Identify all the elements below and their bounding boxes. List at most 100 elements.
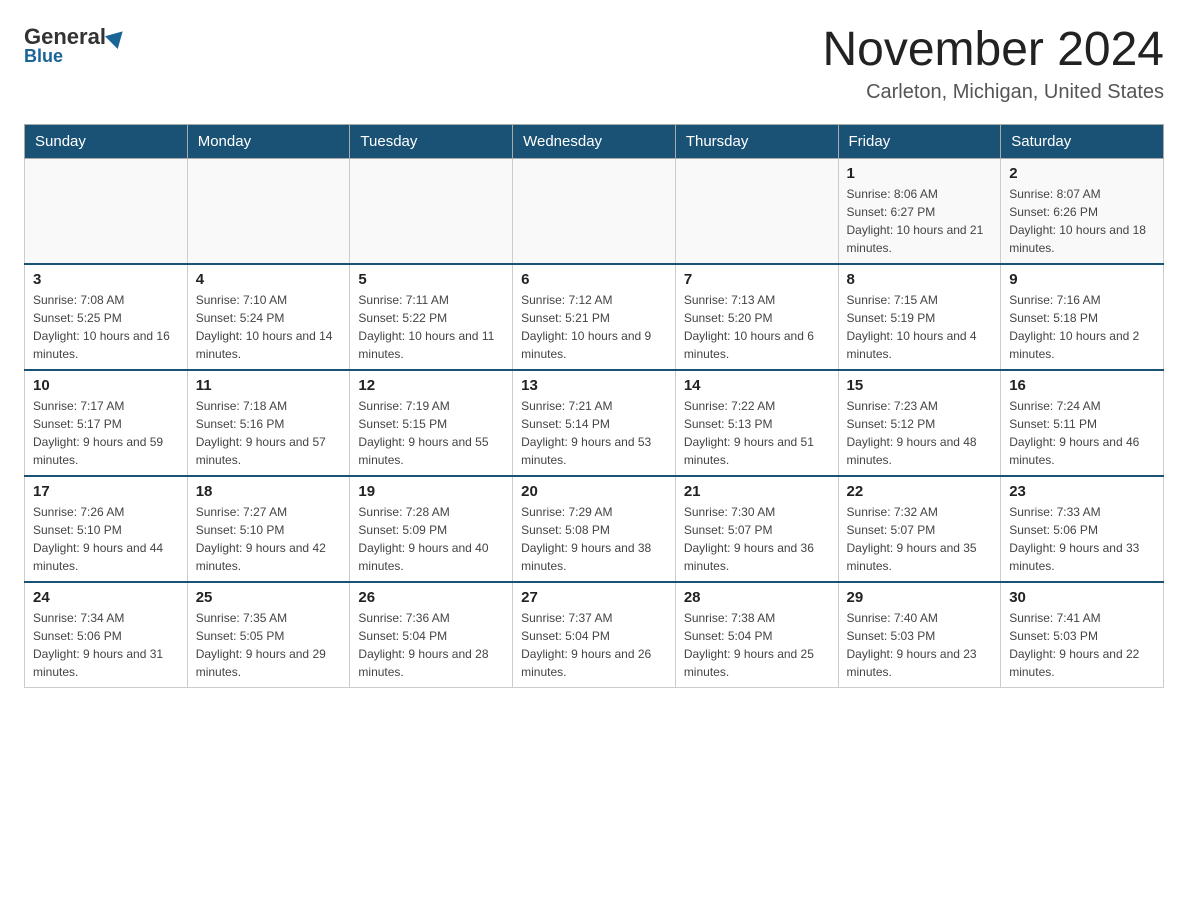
day-number: 24 <box>33 589 179 606</box>
table-row: 1 Sunrise: 8:06 AMSunset: 6:27 PMDayligh… <box>838 158 1001 264</box>
table-row <box>25 158 188 264</box>
day-number: 21 <box>684 483 830 500</box>
table-row <box>513 158 676 264</box>
logo: General Blue <box>24 24 128 67</box>
day-info: Sunrise: 7:24 AMSunset: 5:11 PMDaylight:… <box>1009 397 1155 469</box>
location-subtitle: Carleton, Michigan, United States <box>822 81 1164 104</box>
day-info: Sunrise: 7:32 AMSunset: 5:07 PMDaylight:… <box>847 503 993 575</box>
calendar-row-4: 24 Sunrise: 7:34 AMSunset: 5:06 PMDaylig… <box>25 582 1164 688</box>
table-row: 9 Sunrise: 7:16 AMSunset: 5:18 PMDayligh… <box>1001 264 1164 370</box>
day-number: 20 <box>521 483 667 500</box>
table-row: 30 Sunrise: 7:41 AMSunset: 5:03 PMDaylig… <box>1001 582 1164 688</box>
day-number: 7 <box>684 271 830 288</box>
calendar-row-1: 3 Sunrise: 7:08 AMSunset: 5:25 PMDayligh… <box>25 264 1164 370</box>
day-number: 14 <box>684 377 830 394</box>
calendar-row-0: 1 Sunrise: 8:06 AMSunset: 6:27 PMDayligh… <box>25 158 1164 264</box>
day-number: 23 <box>1009 483 1155 500</box>
day-info: Sunrise: 7:38 AMSunset: 5:04 PMDaylight:… <box>684 609 830 681</box>
header-tuesday: Tuesday <box>350 124 513 158</box>
day-number: 1 <box>847 165 993 182</box>
day-info: Sunrise: 7:36 AMSunset: 5:04 PMDaylight:… <box>358 609 504 681</box>
table-row: 19 Sunrise: 7:28 AMSunset: 5:09 PMDaylig… <box>350 476 513 582</box>
day-number: 30 <box>1009 589 1155 606</box>
day-number: 3 <box>33 271 179 288</box>
day-number: 29 <box>847 589 993 606</box>
calendar-row-3: 17 Sunrise: 7:26 AMSunset: 5:10 PMDaylig… <box>25 476 1164 582</box>
title-block: November 2024 Carleton, Michigan, United… <box>822 24 1164 104</box>
table-row: 26 Sunrise: 7:36 AMSunset: 5:04 PMDaylig… <box>350 582 513 688</box>
day-info: Sunrise: 7:29 AMSunset: 5:08 PMDaylight:… <box>521 503 667 575</box>
calendar-header-row: Sunday Monday Tuesday Wednesday Thursday… <box>25 124 1164 158</box>
day-info: Sunrise: 7:19 AMSunset: 5:15 PMDaylight:… <box>358 397 504 469</box>
table-row: 8 Sunrise: 7:15 AMSunset: 5:19 PMDayligh… <box>838 264 1001 370</box>
day-number: 17 <box>33 483 179 500</box>
day-info: Sunrise: 7:11 AMSunset: 5:22 PMDaylight:… <box>358 291 504 363</box>
day-info: Sunrise: 7:37 AMSunset: 5:04 PMDaylight:… <box>521 609 667 681</box>
header-thursday: Thursday <box>675 124 838 158</box>
day-number: 19 <box>358 483 504 500</box>
day-number: 6 <box>521 271 667 288</box>
day-number: 2 <box>1009 165 1155 182</box>
day-number: 22 <box>847 483 993 500</box>
day-info: Sunrise: 7:22 AMSunset: 5:13 PMDaylight:… <box>684 397 830 469</box>
page-header: General Blue November 2024 Carleton, Mic… <box>24 24 1164 104</box>
table-row: 12 Sunrise: 7:19 AMSunset: 5:15 PMDaylig… <box>350 370 513 476</box>
table-row: 13 Sunrise: 7:21 AMSunset: 5:14 PMDaylig… <box>513 370 676 476</box>
day-info: Sunrise: 8:06 AMSunset: 6:27 PMDaylight:… <box>847 185 993 257</box>
day-number: 4 <box>196 271 342 288</box>
day-info: Sunrise: 7:12 AMSunset: 5:21 PMDaylight:… <box>521 291 667 363</box>
calendar-row-2: 10 Sunrise: 7:17 AMSunset: 5:17 PMDaylig… <box>25 370 1164 476</box>
day-info: Sunrise: 7:41 AMSunset: 5:03 PMDaylight:… <box>1009 609 1155 681</box>
header-saturday: Saturday <box>1001 124 1164 158</box>
table-row: 17 Sunrise: 7:26 AMSunset: 5:10 PMDaylig… <box>25 476 188 582</box>
day-info: Sunrise: 7:15 AMSunset: 5:19 PMDaylight:… <box>847 291 993 363</box>
table-row: 23 Sunrise: 7:33 AMSunset: 5:06 PMDaylig… <box>1001 476 1164 582</box>
day-number: 25 <box>196 589 342 606</box>
day-info: Sunrise: 7:40 AMSunset: 5:03 PMDaylight:… <box>847 609 993 681</box>
table-row: 10 Sunrise: 7:17 AMSunset: 5:17 PMDaylig… <box>25 370 188 476</box>
day-info: Sunrise: 7:33 AMSunset: 5:06 PMDaylight:… <box>1009 503 1155 575</box>
day-info: Sunrise: 7:08 AMSunset: 5:25 PMDaylight:… <box>33 291 179 363</box>
table-row: 2 Sunrise: 8:07 AMSunset: 6:26 PMDayligh… <box>1001 158 1164 264</box>
day-info: Sunrise: 7:28 AMSunset: 5:09 PMDaylight:… <box>358 503 504 575</box>
table-row: 28 Sunrise: 7:38 AMSunset: 5:04 PMDaylig… <box>675 582 838 688</box>
day-number: 10 <box>33 377 179 394</box>
day-number: 9 <box>1009 271 1155 288</box>
day-number: 11 <box>196 377 342 394</box>
table-row: 5 Sunrise: 7:11 AMSunset: 5:22 PMDayligh… <box>350 264 513 370</box>
day-info: Sunrise: 7:26 AMSunset: 5:10 PMDaylight:… <box>33 503 179 575</box>
day-number: 28 <box>684 589 830 606</box>
logo-arrow-shape <box>105 25 129 49</box>
day-info: Sunrise: 7:34 AMSunset: 5:06 PMDaylight:… <box>33 609 179 681</box>
day-info: Sunrise: 7:30 AMSunset: 5:07 PMDaylight:… <box>684 503 830 575</box>
day-number: 8 <box>847 271 993 288</box>
table-row: 25 Sunrise: 7:35 AMSunset: 5:05 PMDaylig… <box>187 582 350 688</box>
table-row <box>350 158 513 264</box>
table-row: 3 Sunrise: 7:08 AMSunset: 5:25 PMDayligh… <box>25 264 188 370</box>
header-friday: Friday <box>838 124 1001 158</box>
day-number: 18 <box>196 483 342 500</box>
table-row: 20 Sunrise: 7:29 AMSunset: 5:08 PMDaylig… <box>513 476 676 582</box>
day-info: Sunrise: 7:10 AMSunset: 5:24 PMDaylight:… <box>196 291 342 363</box>
day-number: 27 <box>521 589 667 606</box>
day-number: 12 <box>358 377 504 394</box>
day-info: Sunrise: 7:18 AMSunset: 5:16 PMDaylight:… <box>196 397 342 469</box>
table-row <box>187 158 350 264</box>
calendar-table: Sunday Monday Tuesday Wednesday Thursday… <box>24 124 1164 688</box>
table-row: 6 Sunrise: 7:12 AMSunset: 5:21 PMDayligh… <box>513 264 676 370</box>
day-number: 13 <box>521 377 667 394</box>
day-info: Sunrise: 7:17 AMSunset: 5:17 PMDaylight:… <box>33 397 179 469</box>
table-row: 16 Sunrise: 7:24 AMSunset: 5:11 PMDaylig… <box>1001 370 1164 476</box>
day-info: Sunrise: 7:13 AMSunset: 5:20 PMDaylight:… <box>684 291 830 363</box>
table-row: 29 Sunrise: 7:40 AMSunset: 5:03 PMDaylig… <box>838 582 1001 688</box>
table-row: 24 Sunrise: 7:34 AMSunset: 5:06 PMDaylig… <box>25 582 188 688</box>
table-row: 22 Sunrise: 7:32 AMSunset: 5:07 PMDaylig… <box>838 476 1001 582</box>
table-row: 11 Sunrise: 7:18 AMSunset: 5:16 PMDaylig… <box>187 370 350 476</box>
table-row: 18 Sunrise: 7:27 AMSunset: 5:10 PMDaylig… <box>187 476 350 582</box>
table-row: 14 Sunrise: 7:22 AMSunset: 5:13 PMDaylig… <box>675 370 838 476</box>
day-number: 15 <box>847 377 993 394</box>
day-info: Sunrise: 7:35 AMSunset: 5:05 PMDaylight:… <box>196 609 342 681</box>
day-info: Sunrise: 7:16 AMSunset: 5:18 PMDaylight:… <box>1009 291 1155 363</box>
day-info: Sunrise: 8:07 AMSunset: 6:26 PMDaylight:… <box>1009 185 1155 257</box>
day-number: 26 <box>358 589 504 606</box>
